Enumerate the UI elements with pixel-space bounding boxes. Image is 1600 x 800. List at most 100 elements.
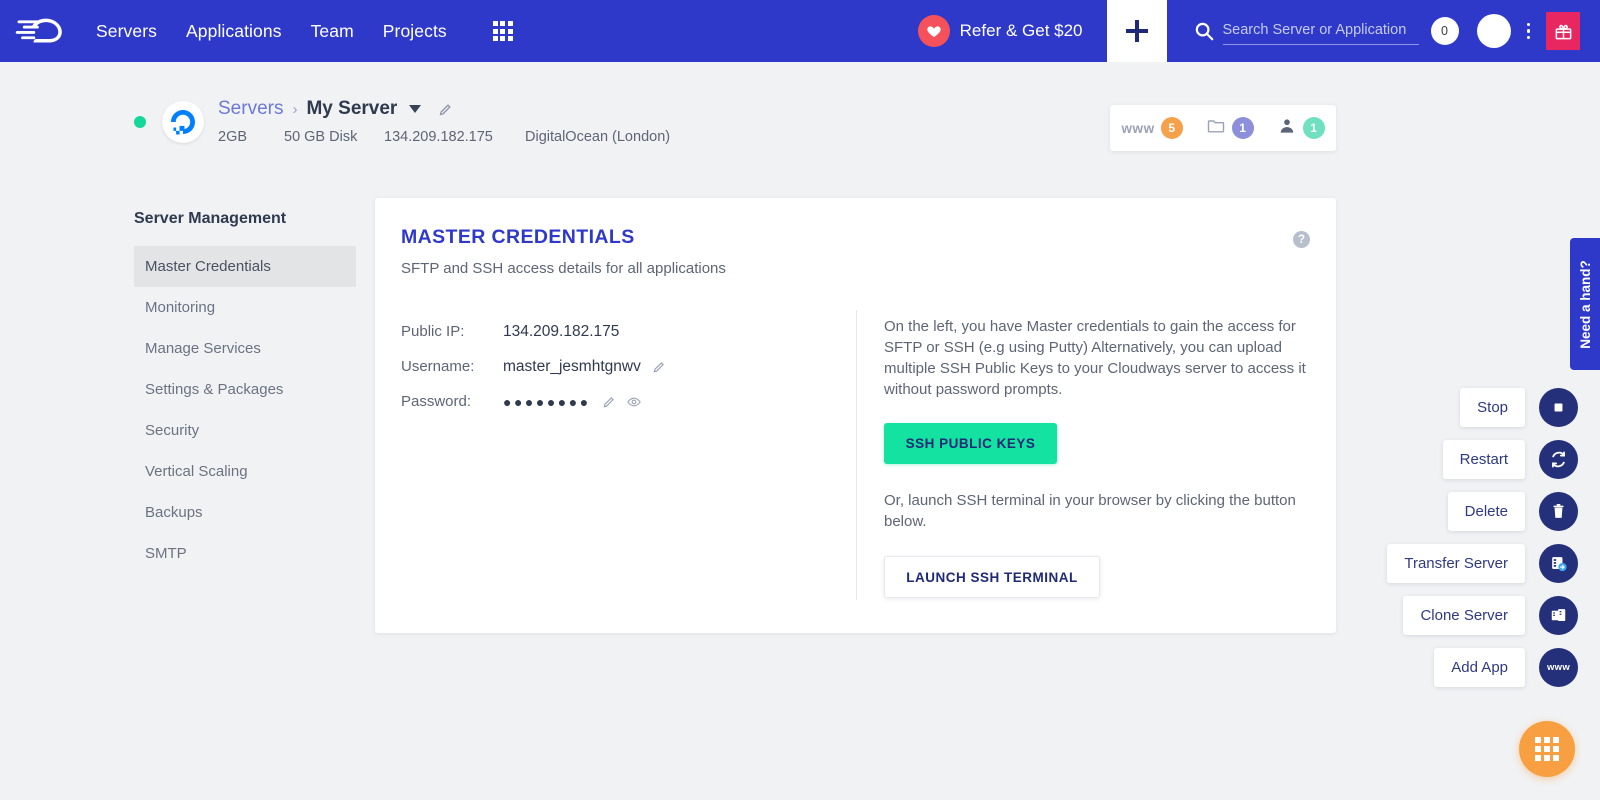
username-value: master_jesmhtgnwv: [503, 357, 641, 375]
sidebar-item-label: Master Credentials: [145, 258, 271, 275]
floating-apps-button[interactable]: [1519, 721, 1575, 777]
card-subtitle: SFTP and SSH access details for all appl…: [401, 260, 726, 277]
sidebar-item-backups[interactable]: Backups: [134, 492, 356, 533]
projects-count-badge: 1: [1231, 117, 1254, 139]
eye-icon[interactable]: [626, 395, 641, 409]
nav-link-projects[interactable]: Projects: [383, 21, 447, 42]
transfer-server-icon[interactable]: [1539, 544, 1578, 583]
credential-row-username: Username: master_jesmhtgnwv: [401, 353, 831, 380]
clone-server-icon[interactable]: [1539, 596, 1578, 635]
sidebar-item-monitoring[interactable]: Monitoring: [134, 287, 356, 328]
transfer-server-button[interactable]: Transfer Server: [1387, 544, 1525, 583]
digitalocean-logo-mark: [171, 109, 195, 134]
credential-row-public-ip: Public IP: 134.209.182.175: [401, 318, 831, 345]
spec-ip: 134.209.182.175: [384, 129, 493, 145]
need-a-hand-tab[interactable]: Need a hand?: [1570, 238, 1600, 370]
stop-button[interactable]: Stop: [1460, 388, 1525, 427]
page-root: Servers Applications Team Projects Refer…: [0, 0, 1600, 800]
credential-label: Username:: [401, 358, 475, 375]
info-paragraph-terminal: Or, launch SSH terminal in your browser …: [884, 492, 1296, 530]
pencil-icon[interactable]: [438, 102, 453, 117]
credential-label: Public IP:: [401, 323, 465, 340]
clone-server-button[interactable]: Clone Server: [1403, 596, 1525, 635]
www-icon[interactable]: www: [1539, 648, 1578, 687]
primary-nav-links: Servers Applications Team Projects: [96, 21, 447, 42]
server-meta: Servers › My Server 2GB 50 GB Disk 134.2…: [218, 98, 670, 145]
server-management-sidebar: Server Management Master Credentials Mon…: [134, 210, 356, 574]
counter-projects[interactable]: 1: [1206, 116, 1254, 141]
sidebar-item-label: Settings & Packages: [145, 381, 284, 398]
question-mark-icon[interactable]: ?: [1293, 231, 1310, 248]
add-app-button[interactable]: Add App: [1434, 648, 1525, 687]
action-restart: Restart: [1387, 440, 1578, 479]
trash-icon[interactable]: [1539, 492, 1578, 531]
sidebar-item-settings-packages[interactable]: Settings & Packages: [134, 369, 356, 410]
applications-count-badge: 5: [1160, 117, 1183, 139]
sidebar-item-master-credentials[interactable]: Master Credentials: [134, 246, 356, 287]
credentials-list: Public IP: 134.209.182.175 Username: mas…: [401, 318, 831, 423]
credential-row-password: Password: ●●●●●●●●: [401, 388, 831, 415]
action-delete: Delete: [1387, 492, 1578, 531]
spec-provider: DigitalOcean (London): [525, 129, 671, 145]
action-stop: Stop: [1387, 388, 1578, 427]
nav-link-applications[interactable]: Applications: [186, 21, 282, 42]
refer-label: Refer & Get $20: [959, 21, 1083, 40]
restart-refresh-icon[interactable]: [1539, 440, 1578, 479]
nav-link-team[interactable]: Team: [311, 21, 354, 42]
sidebar-item-smtp[interactable]: SMTP: [134, 533, 356, 574]
nav-right-cluster: Refer & Get $20 0: [917, 0, 1600, 62]
sidebar-item-security[interactable]: Security: [134, 410, 356, 451]
sidebar-item-label: Vertical Scaling: [145, 463, 248, 480]
heart-icon: [917, 15, 950, 47]
breadcrumb-servers-link[interactable]: Servers: [218, 98, 283, 120]
digitalocean-logo: [162, 100, 204, 143]
pencil-icon[interactable]: [602, 395, 616, 409]
ssh-public-keys-button[interactable]: SSH PUBLIC KEYS: [884, 423, 1057, 464]
chevron-down-icon[interactable]: [409, 105, 422, 113]
counter-applications[interactable]: www 5: [1121, 117, 1183, 139]
nav-link-servers[interactable]: Servers: [96, 21, 157, 42]
action-transfer-server: Transfer Server: [1387, 544, 1578, 583]
action-clone-server: Clone Server: [1387, 596, 1578, 635]
sidebar-item-label: Manage Services: [145, 340, 261, 357]
sidebar-item-label: Security: [145, 422, 200, 439]
gift-icon[interactable]: [1546, 12, 1580, 50]
avatar[interactable]: [1476, 14, 1511, 48]
sidebar-item-label: SMTP: [145, 545, 187, 562]
refer-and-earn-button[interactable]: Refer & Get $20: [917, 15, 1083, 47]
page-title: My Server: [306, 98, 398, 119]
sidebar-item-manage-services[interactable]: Manage Services: [134, 328, 356, 369]
info-paragraph: On the left, you have Master credentials…: [884, 318, 1306, 398]
credential-label: Password:: [401, 393, 472, 410]
pencil-icon[interactable]: [652, 360, 666, 374]
stop-square-icon[interactable]: [1539, 388, 1578, 427]
spec-disk: 50 GB Disk: [284, 129, 358, 145]
card-title: MASTER CREDENTIALS: [401, 226, 635, 248]
add-new-button[interactable]: [1106, 0, 1167, 62]
master-credentials-card: MASTER CREDENTIALS SFTP and SSH access d…: [375, 198, 1336, 633]
delete-button[interactable]: Delete: [1447, 492, 1525, 531]
notification-count-badge[interactable]: 0: [1430, 17, 1459, 45]
cloudways-logo[interactable]: [0, 0, 90, 62]
launch-ssh-terminal-button[interactable]: LAUNCH SSH TERMINAL: [884, 556, 1100, 598]
plus-icon: [1125, 20, 1148, 42]
server-specs: 2GB 50 GB Disk 134.209.182.175 DigitalOc…: [218, 129, 670, 145]
sidebar-item-vertical-scaling[interactable]: Vertical Scaling: [134, 451, 356, 492]
search-area: 0: [1193, 17, 1459, 45]
grid-apps-icon: [1535, 737, 1559, 761]
www-icon: www: [1121, 120, 1155, 136]
spec-ram: 2GB: [218, 129, 248, 145]
team-count-badge: 1: [1302, 117, 1325, 139]
password-value: ●●●●●●●●: [503, 393, 591, 410]
search-input[interactable]: [1222, 17, 1419, 45]
grid-apps-icon[interactable]: [492, 20, 513, 42]
need-a-hand-label: Need a hand?: [1577, 259, 1593, 349]
restart-button[interactable]: Restart: [1442, 440, 1525, 479]
sidebar-item-label: Monitoring: [145, 299, 216, 316]
counter-team-members[interactable]: 1: [1277, 116, 1325, 141]
action-add-app: Add App www: [1387, 648, 1578, 687]
www-label: www: [1546, 662, 1571, 673]
ssh-info-column: On the left, you have Master credentials…: [884, 316, 1309, 598]
breadcrumb-separator: ›: [292, 100, 298, 118]
kebab-menu-icon[interactable]: [1525, 21, 1533, 42]
